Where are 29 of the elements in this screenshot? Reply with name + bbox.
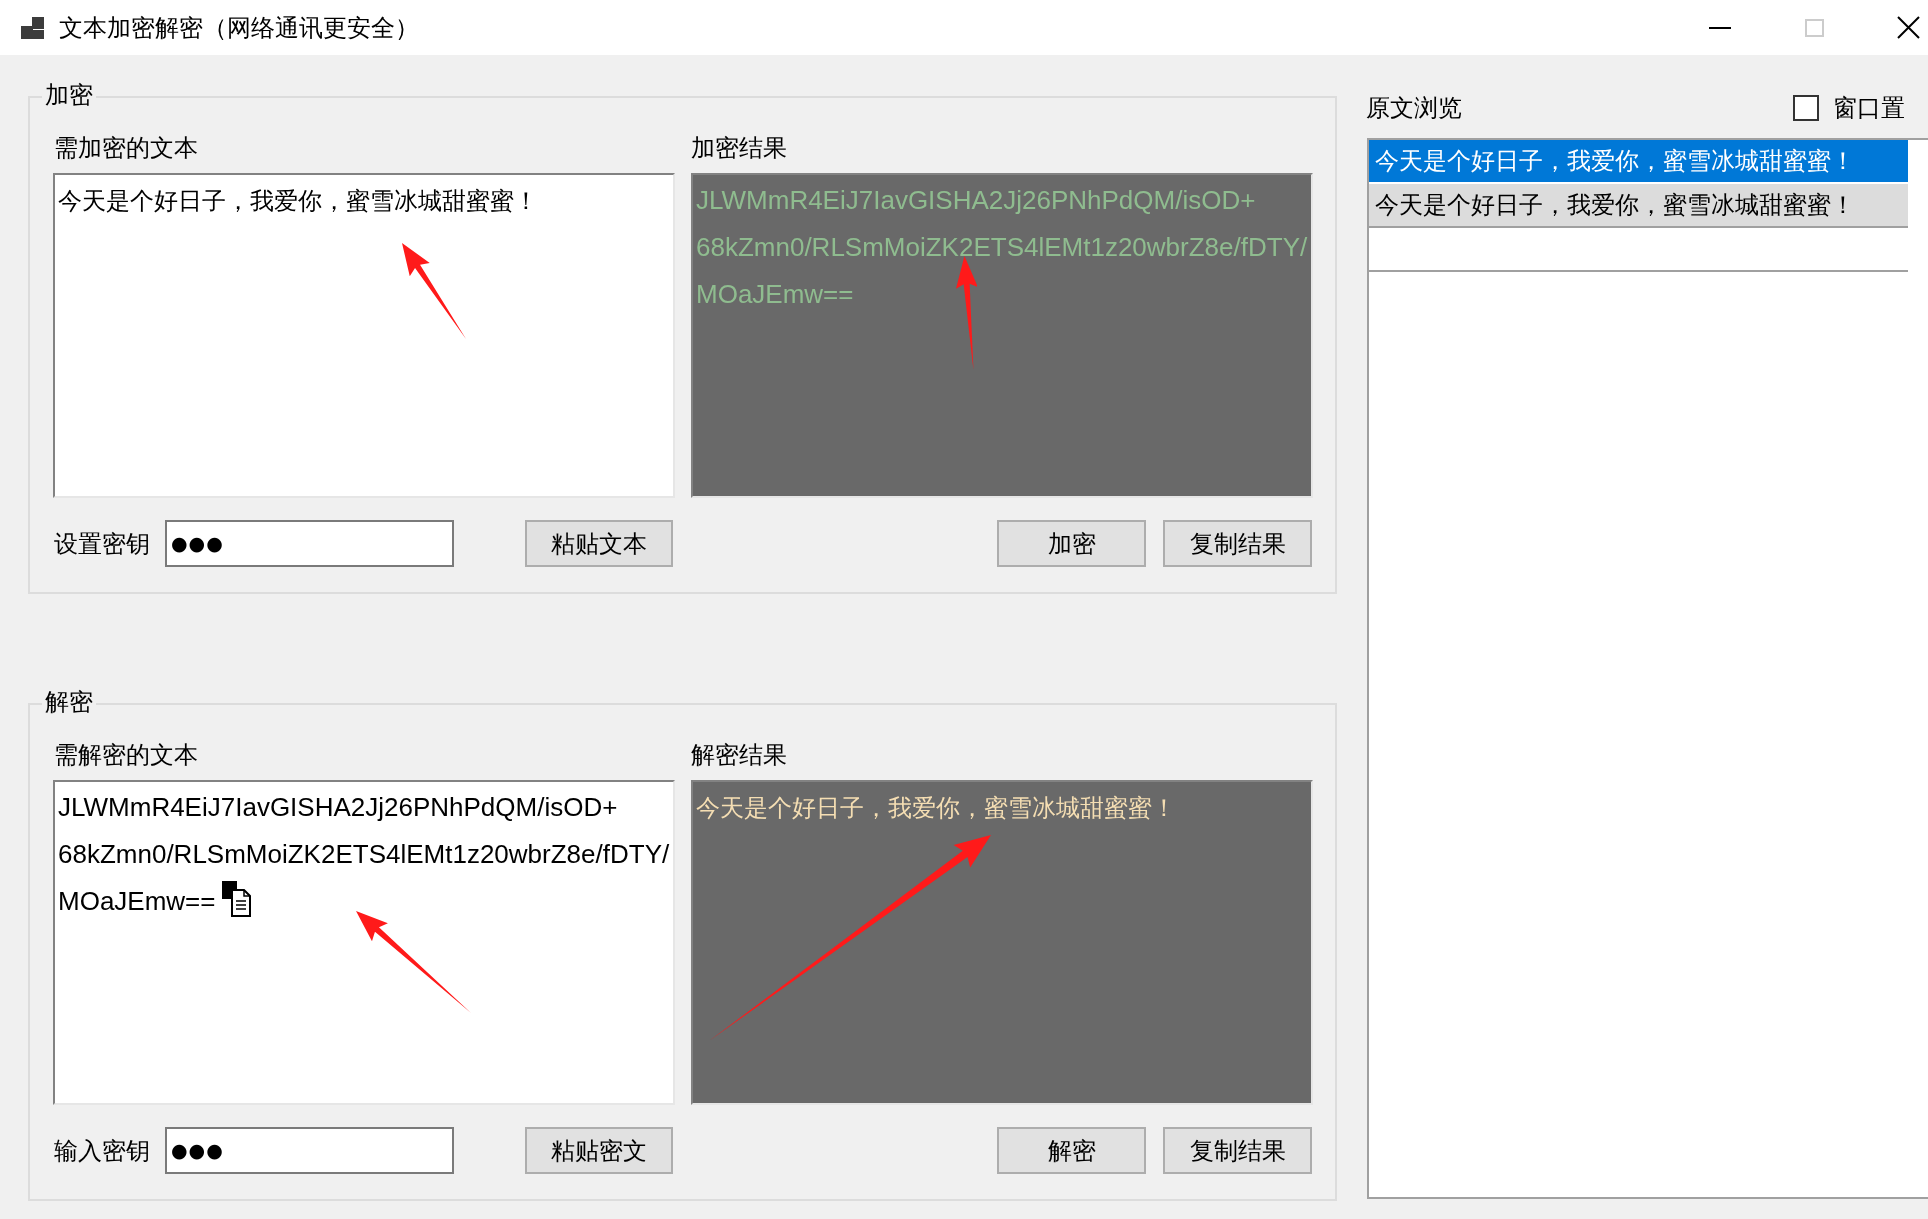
- copy-icon: [221, 881, 252, 918]
- window-title: 文本加密解密（网络通讯更安全）: [59, 12, 419, 43]
- field-label: 设置密钥: [54, 529, 150, 558]
- field-label: 解密结果: [691, 741, 787, 769]
- result-output-field[interactable]: 今天是个好日子，我爱你，蜜雪冰城甜蜜蜜！: [691, 780, 1313, 1105]
- copy-result-button[interactable]: 复制结果: [1163, 520, 1312, 567]
- password-field[interactable]: ●●●: [165, 1127, 454, 1174]
- field-label: 加密结果: [691, 134, 787, 162]
- encrypt-button[interactable]: 加密: [997, 520, 1146, 567]
- pin-checkbox[interactable]: [1793, 95, 1819, 121]
- group-title: 解密: [42, 688, 96, 716]
- checkbox-label[interactable]: 窗口置: [1833, 94, 1905, 122]
- field-label: 输入密钥: [54, 1136, 150, 1165]
- annotation-arrow-icon: [402, 243, 466, 339]
- field-label: 需加密的文本: [54, 134, 198, 162]
- app-icon: [21, 16, 44, 39]
- plaintext-input-field[interactable]: 今天是个好日子，我爱你，蜜雪冰城甜蜜蜜！: [53, 173, 675, 498]
- field-label: 需解密的文本: [54, 741, 198, 769]
- paste-button[interactable]: 粘贴密文: [525, 1127, 673, 1174]
- password-field[interactable]: ●●●: [165, 520, 454, 567]
- group-title: 加密: [42, 81, 96, 109]
- list-item[interactable]: 今天是个好日子，我爱你，蜜雪冰城甜蜜蜜！: [1369, 184, 1908, 228]
- paste-button[interactable]: 粘贴文本: [525, 520, 673, 567]
- decrypt-button[interactable]: 解密: [997, 1127, 1146, 1174]
- list-item[interactable]: 今天是个好日子，我爱你，蜜雪冰城甜蜜蜜！: [1369, 140, 1908, 184]
- annotation-arrow-icon: [709, 835, 991, 1041]
- ciphertext-input-field[interactable]: JLWMmR4EiJ7IavGISHA2Jj26PNhPdQM/isOD+ 68kZmn0/RLSmMoiZK2ETS4lEMt1z20wbrZ8e/fDTY/ MOaJEmw==: [53, 780, 675, 1105]
- copy-result-button[interactable]: 复制结果: [1163, 1127, 1312, 1174]
- panel-title: 原文浏览: [1366, 94, 1462, 122]
